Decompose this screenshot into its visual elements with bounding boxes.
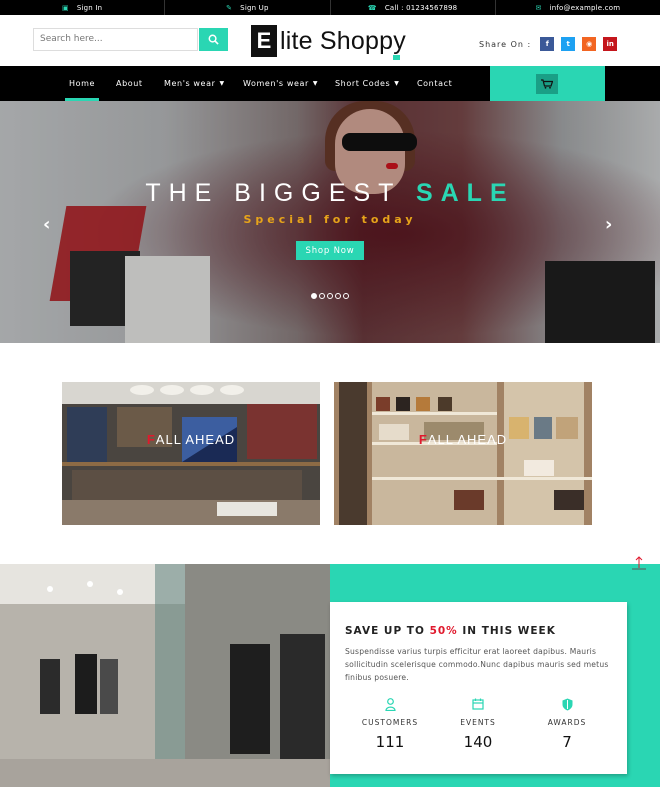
slider-dot[interactable] xyxy=(311,293,317,299)
nav-item-short-codes[interactable]: Short Codes ▼ xyxy=(335,66,399,101)
share-label: Share On : xyxy=(479,39,532,49)
email-label: info@example.com xyxy=(549,3,621,12)
promo-text: Suspendisse varius turpis efficitur erat… xyxy=(345,647,609,682)
shop-now-button[interactable]: Shop Now xyxy=(296,241,364,260)
hero-subtitle: Special for today xyxy=(243,213,417,226)
nav-item-mens-wear[interactable]: Men's wear ▼ xyxy=(164,66,225,101)
search-button[interactable] xyxy=(199,28,228,51)
lock-icon: ▣ xyxy=(62,3,69,12)
linkedin-icon[interactable]: in xyxy=(603,37,618,51)
top-bar: ▣ Sign In ✎ Sign Up ☎ Call : 01234567898… xyxy=(0,0,660,15)
nav-label: About xyxy=(116,79,143,88)
banner-label-first: F xyxy=(146,432,156,447)
sign-in-label: Sign In xyxy=(76,3,103,12)
hero-title-accent: SALE xyxy=(415,179,515,207)
nav-label: Home xyxy=(69,79,96,88)
search-icon xyxy=(208,34,219,45)
banner-label: FALL AHEAD xyxy=(62,432,320,447)
slider-dot[interactable] xyxy=(343,293,349,299)
sign-up-link[interactable]: ✎ Sign Up xyxy=(165,0,331,15)
slider-dot[interactable] xyxy=(335,293,341,299)
banner-label-first: F xyxy=(418,432,428,447)
promo-card: SAVE UP TO 50% IN THIS WEEK Suspendisse … xyxy=(330,602,627,774)
mall-photo xyxy=(0,564,330,787)
call-link[interactable]: ☎ Call : 01234567898 xyxy=(331,0,496,15)
promo-title: SAVE UP TO 50% IN THIS WEEK xyxy=(345,625,556,637)
nav-item-contact[interactable]: Contact xyxy=(417,66,452,101)
calendar-icon xyxy=(472,698,484,710)
stat-events: EVENTS 140 xyxy=(438,698,518,751)
promo-title-after: IN THIS WEEK xyxy=(457,625,556,637)
chevron-down-icon: ▼ xyxy=(219,80,225,87)
facebook-icon[interactable]: f xyxy=(540,37,555,51)
slider-dot[interactable] xyxy=(319,293,325,299)
bag-icon xyxy=(393,55,400,60)
search-placeholder: Search here... xyxy=(40,34,103,44)
slider-dot[interactable] xyxy=(327,293,333,299)
stat-label: CUSTOMERS xyxy=(361,718,419,727)
nav-label: Women's wear xyxy=(243,79,309,88)
stat-label: AWARDS xyxy=(547,718,587,727)
phone-icon: ☎ xyxy=(367,3,377,12)
chevron-down-icon: ▼ xyxy=(394,80,400,87)
stat-label: EVENTS xyxy=(460,718,496,727)
banner-label-rest: ALL AHEAD xyxy=(427,432,508,447)
scroll-to-top-icon[interactable] xyxy=(631,555,647,571)
cart-icon xyxy=(541,79,553,89)
user-icon xyxy=(384,698,396,711)
cart-button[interactable] xyxy=(536,74,558,94)
nav-item-about[interactable]: About xyxy=(116,66,143,101)
slider-dots xyxy=(311,293,349,299)
banner-fall-ahead-1[interactable]: FALL AHEAD xyxy=(62,382,320,525)
search-input[interactable]: Search here... xyxy=(33,28,198,51)
sign-in-link[interactable]: ▣ Sign In xyxy=(0,0,166,15)
banner-label-rest: ALL AHEAD xyxy=(155,432,236,447)
stat-customers: CUSTOMERS 111 xyxy=(350,698,430,751)
banner-label: FALL AHEAD xyxy=(334,432,592,447)
header: Search here... E lite Shoppy Share On : … xyxy=(0,15,660,66)
hero-title: THE BIGGEST SALE xyxy=(0,179,660,208)
next-arrow-icon[interactable]: › xyxy=(605,214,612,235)
twitter-icon[interactable]: t xyxy=(561,37,576,51)
stat-value: 7 xyxy=(562,733,572,751)
logo[interactable]: E lite Shoppy xyxy=(251,23,406,59)
email-link[interactable]: ✉ info@example.com xyxy=(496,0,660,15)
nav-label: Short Codes xyxy=(335,79,391,88)
logo-text: lite Shoppy xyxy=(280,26,406,55)
stat-value: 140 xyxy=(463,733,493,751)
logo-letter: E xyxy=(251,25,277,57)
stat-value: 111 xyxy=(375,733,405,751)
promo-title-before: SAVE UP TO xyxy=(345,625,430,637)
chevron-down-icon: ▼ xyxy=(312,80,319,87)
shield-icon xyxy=(562,698,572,711)
rss-icon[interactable]: ◉ xyxy=(582,37,597,51)
envelope-icon: ✉ xyxy=(535,3,542,12)
nav-item-home[interactable]: Home xyxy=(64,66,100,101)
store-interior-image xyxy=(62,382,320,525)
promo-title-pct: 50% xyxy=(429,625,458,637)
sign-up-label: Sign Up xyxy=(240,3,269,12)
nav-label: Contact xyxy=(417,79,453,88)
banner-fall-ahead-2[interactable]: FALL AHEAD xyxy=(334,382,592,525)
hero-slider: THE BIGGEST SALE Special for today Shop … xyxy=(0,101,660,343)
prev-arrow-icon[interactable]: ‹ xyxy=(43,214,50,235)
stat-awards: AWARDS 7 xyxy=(527,698,607,751)
mall-storefront-image xyxy=(0,564,330,787)
nav-item-womens-wear[interactable]: Women's wear ▼ xyxy=(243,66,318,101)
call-label: Call : 01234567898 xyxy=(384,3,458,12)
edit-icon: ✎ xyxy=(226,3,233,12)
nav-label: Men's wear xyxy=(164,79,216,88)
hero-title-main: THE BIGGEST xyxy=(145,179,416,207)
shoe-store-image xyxy=(334,382,592,525)
share-bar: Share On : f t ◉ in xyxy=(479,37,618,51)
